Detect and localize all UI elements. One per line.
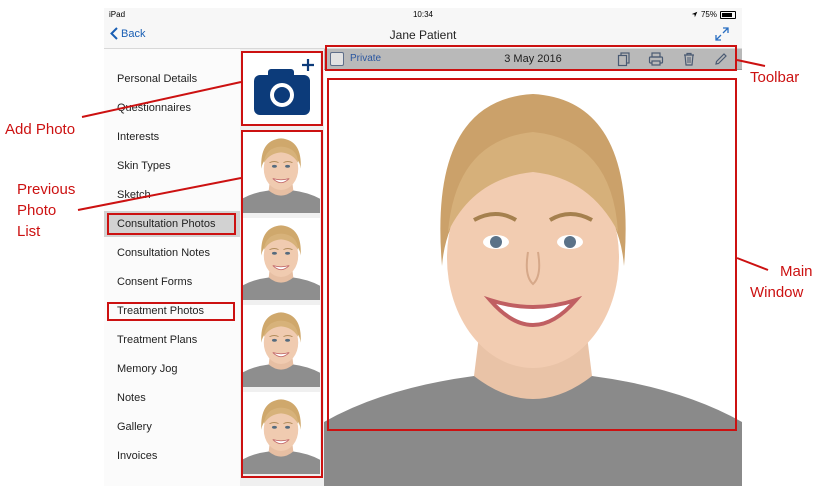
previous-photo-list-callout-line3: List — [17, 223, 41, 240]
main-window-callout-line2: Window — [750, 284, 804, 301]
annotation-leader-lines — [77, 59, 769, 271]
main-window-callout-line1: Main — [780, 263, 813, 280]
add-photo-callout: Add Photo — [5, 121, 76, 138]
toolbar-callout: Toolbar — [750, 69, 800, 86]
previous-photo-list-callout-line2: Photo — [17, 202, 57, 219]
previous-photo-list-callout-line1: Previous — [17, 181, 76, 198]
